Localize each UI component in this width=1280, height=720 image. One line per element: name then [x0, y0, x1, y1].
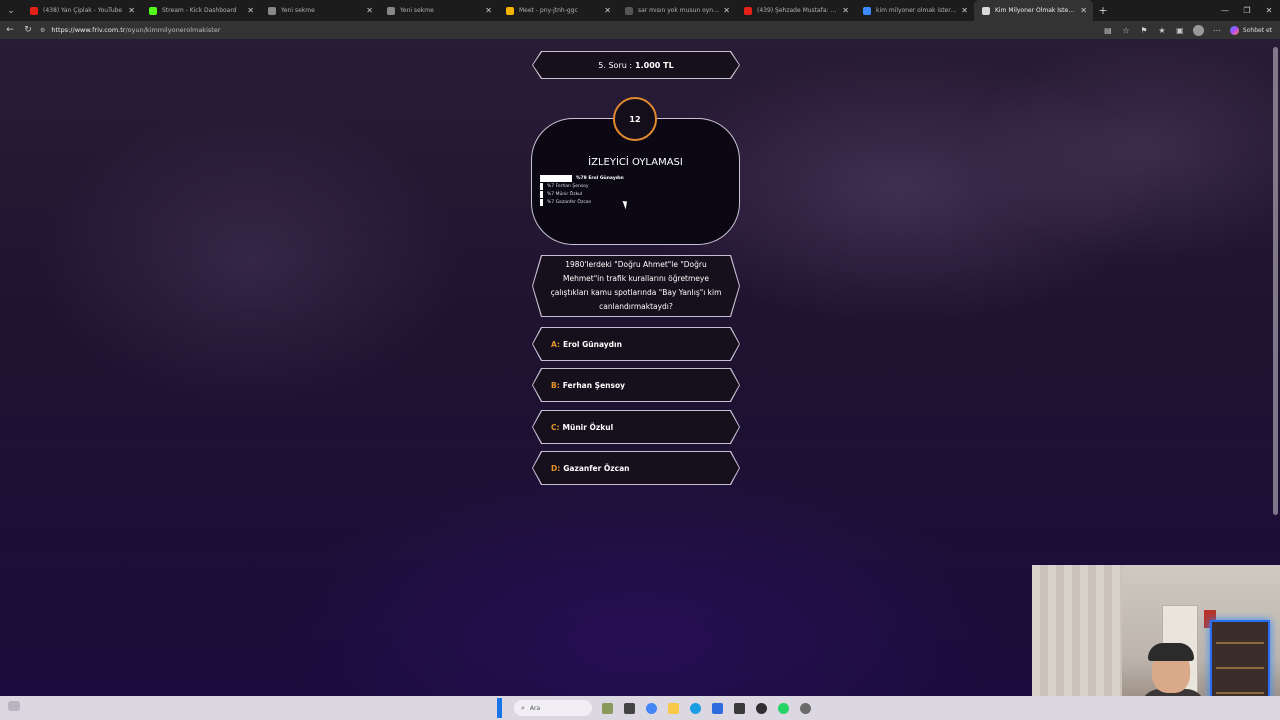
- widgets-icon[interactable]: [596, 696, 618, 720]
- browser-tab[interactable]: Meet - pny-jtnh-ggc ✕: [498, 0, 617, 21]
- obs-icon[interactable]: [750, 696, 772, 720]
- browser-tab[interactable]: (439) Şehzade Mustafa: Zahit bizi...✕: [736, 0, 855, 21]
- page-scrollbar[interactable]: [1273, 47, 1278, 515]
- poll-bar: [540, 190, 543, 198]
- favicon-icon: [387, 6, 395, 15]
- reload-icon[interactable]: ↻: [20, 21, 36, 39]
- file-explorer-icon[interactable]: [662, 696, 684, 720]
- poll-row: %7 Gazanfer Özcan: [540, 198, 730, 206]
- start-button[interactable]: [488, 696, 510, 720]
- reading-mode-icon[interactable]: ▤: [1099, 21, 1117, 39]
- answer-c-button[interactable]: C: Münir Özkul: [532, 410, 740, 444]
- answer-b-button[interactable]: B: Ferhan Şensoy: [532, 368, 740, 402]
- browser-tab-bar: ⌄ (438) Yan Çiplak - YouTube ✕ Stream - K…: [0, 0, 1280, 21]
- poll-results: %79 Erol Günaydın %7 Ferhan Şensoy %7 Mü…: [540, 174, 730, 206]
- site-info-icon[interactable]: ⚙: [40, 27, 45, 34]
- poll-title: İZLEYİCİ OYLAMASI: [588, 157, 683, 168]
- edge-icon[interactable]: [684, 696, 706, 720]
- close-tab-icon[interactable]: ✕: [961, 6, 968, 15]
- back-icon[interactable]: ←: [2, 21, 18, 39]
- copilot-icon: [1229, 25, 1239, 35]
- favicon-icon: [744, 6, 752, 15]
- poll-row: %79 Erol Günaydın: [540, 174, 730, 182]
- poll-row: %7 Ferhan Şensoy: [540, 182, 730, 190]
- url-field[interactable]: ⚙ https://www.friv.com.tr/oyun/kimmilyon…: [36, 23, 1106, 37]
- answer-a-button[interactable]: A: Erol Günaydın: [532, 327, 740, 361]
- prize-indicator: 5. Soru :1.000 TL: [532, 51, 740, 79]
- favicon-icon: [149, 6, 157, 15]
- close-tab-icon[interactable]: ✕: [485, 6, 492, 15]
- calculator-icon[interactable]: [728, 696, 750, 720]
- browser-tab-active[interactable]: Kim Milyoner Olmak İster Oy...✕: [974, 0, 1093, 21]
- countdown-timer: 12: [613, 97, 657, 141]
- close-tab-icon[interactable]: ✕: [366, 6, 373, 15]
- collections-icon[interactable]: ▣: [1171, 21, 1189, 39]
- browser-tab[interactable]: Stream - Kick Dashboard ✕: [141, 0, 260, 21]
- close-window-icon[interactable]: ✕: [1258, 0, 1280, 21]
- poll-bar: [540, 174, 572, 182]
- close-tab-icon[interactable]: ✕: [1080, 6, 1087, 15]
- close-tab-icon[interactable]: ✕: [723, 6, 730, 15]
- browser-tab[interactable]: kim milyoner olmak ister oyna - A...✕: [855, 0, 974, 21]
- browser-tab[interactable]: Yeni sekme ✕: [260, 0, 379, 21]
- close-tab-icon[interactable]: ✕: [247, 6, 254, 15]
- browser-tab[interactable]: (438) Yan Çiplak - YouTube ✕: [22, 0, 141, 21]
- window-controls: — ❐ ✕: [1214, 0, 1280, 21]
- taskbar-search[interactable]: ⌕ Ara: [514, 700, 592, 716]
- weather-icon: [8, 701, 20, 711]
- favicon-icon: [863, 6, 871, 15]
- new-tab-button[interactable]: +: [1093, 0, 1113, 21]
- weather-widget[interactable]: [8, 701, 24, 711]
- favorite-star-icon[interactable]: ☆: [1117, 21, 1135, 39]
- chat-button[interactable]: Sohbet et: [1229, 25, 1272, 35]
- question-box: 1980'lerdeki "Doğru Ahmet"le "Doğru Mehm…: [532, 255, 740, 317]
- favicon-icon: [506, 6, 514, 15]
- address-bar: ← ↻ ⚙ https://www.friv.com.tr/oyun/kimmi…: [0, 21, 1280, 39]
- favicon-icon: [268, 6, 276, 15]
- favorites-icon[interactable]: ★: [1153, 21, 1171, 39]
- minimize-icon[interactable]: —: [1214, 0, 1236, 21]
- close-tab-icon[interactable]: ✕: [604, 6, 611, 15]
- favicon-icon: [625, 6, 633, 15]
- search-icon: ⌕: [521, 703, 525, 712]
- close-tab-icon[interactable]: ✕: [842, 6, 849, 15]
- poll-bar: [540, 182, 543, 190]
- store-icon[interactable]: [706, 696, 728, 720]
- maximize-icon[interactable]: ❐: [1236, 0, 1258, 21]
- browser-tab[interactable]: sar mısın yok musun oyna - Arama✕: [617, 0, 736, 21]
- task-view-icon[interactable]: [618, 696, 640, 720]
- browser-toolbar: ▤ ☆ ⚑ ★ ▣ ⋯ Sohbet et: [1099, 21, 1280, 39]
- chrome-icon[interactable]: [640, 696, 662, 720]
- whatsapp-icon[interactable]: [772, 696, 794, 720]
- poll-bar: [540, 198, 543, 206]
- settings-gear-icon[interactable]: [794, 696, 816, 720]
- more-menu-icon[interactable]: ⋯: [1208, 21, 1226, 39]
- favicon-icon: [982, 6, 990, 15]
- answer-d-button[interactable]: D: Gazanfer Özcan: [532, 451, 740, 485]
- poll-row: %7 Münir Özkul: [540, 190, 730, 198]
- windows-taskbar: ⌕ Ara: [0, 696, 1280, 720]
- extensions-icon[interactable]: ⚑: [1135, 21, 1153, 39]
- browser-tab[interactable]: Yeni sekme ✕: [379, 0, 498, 21]
- tab-list-icon[interactable]: ⌄: [0, 0, 22, 21]
- favicon-icon: [30, 6, 38, 15]
- taskbar-apps: ⌕ Ara: [488, 696, 816, 720]
- profile-avatar[interactable]: [1192, 24, 1204, 36]
- close-tab-icon[interactable]: ✕: [128, 6, 135, 15]
